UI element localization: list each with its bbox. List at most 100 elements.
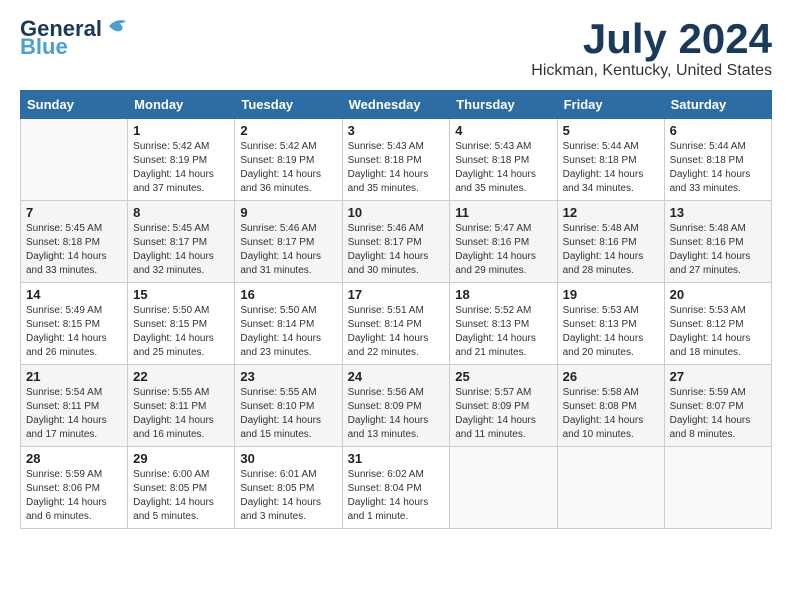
calendar-header-row: SundayMondayTuesdayWednesdayThursdayFrid… — [21, 91, 772, 119]
calendar-cell: 20 Sunrise: 5:53 AM Sunset: 8:12 PM Dayli… — [664, 283, 771, 365]
calendar-cell: 3Sunrise: 5:43 AM Sunset: 8:18 PM Daylig… — [342, 119, 450, 201]
day-info: Sunrise: 5:55 AM Sunset: 8:11 PM Dayligh… — [133, 386, 229, 442]
day-number: 21 — [26, 369, 122, 384]
calendar-cell: 10 Sunrise: 5:46 AM Sunset: 8:17 PM Dayli… — [342, 201, 450, 283]
title-area: July 2024 Hickman, Kentucky, United Stat… — [531, 16, 772, 80]
calendar-cell: 5 Sunrise: 5:44 AM Sunset: 8:18 PM Daylig… — [557, 119, 664, 201]
day-info: Sunrise: 5:46 AM Sunset: 8:17 PM Dayligh… — [348, 222, 445, 278]
calendar-cell: 8 Sunrise: 5:45 AM Sunset: 8:17 PM Daylig… — [128, 201, 235, 283]
calendar-cell: 22 Sunrise: 5:55 AM Sunset: 8:11 PM Dayli… — [128, 365, 235, 447]
calendar-cell: 31 Sunrise: 6:02 AM Sunset: 8:04 PM Dayli… — [342, 447, 450, 529]
day-info: Sunrise: 5:46 AM Sunset: 8:17 PM Dayligh… — [240, 222, 336, 278]
day-number: 5 — [563, 123, 659, 138]
day-number: 2 — [240, 123, 336, 138]
calendar-cell: 7Sunrise: 5:45 AM Sunset: 8:18 PM Daylig… — [21, 201, 128, 283]
header-friday: Friday — [557, 91, 664, 119]
header-sunday: Sunday — [21, 91, 128, 119]
calendar-cell: 1 Sunrise: 5:42 AM Sunset: 8:19 PM Daylig… — [128, 119, 235, 201]
day-number: 7 — [26, 205, 122, 220]
day-number: 14 — [26, 287, 122, 302]
calendar-cell: 14 Sunrise: 5:49 AM Sunset: 8:15 PM Dayli… — [21, 283, 128, 365]
day-info: Sunrise: 5:59 AM Sunset: 8:06 PM Dayligh… — [26, 468, 122, 524]
calendar-week-row: 14 Sunrise: 5:49 AM Sunset: 8:15 PM Dayli… — [21, 283, 772, 365]
calendar-cell — [21, 119, 128, 201]
day-info: Sunrise: 5:45 AM Sunset: 8:17 PM Dayligh… — [133, 222, 229, 278]
day-info: Sunrise: 5:55 AM Sunset: 8:10 PM Dayligh… — [240, 386, 336, 442]
day-info: Sunrise: 5:42 AM Sunset: 8:19 PM Dayligh… — [240, 140, 336, 196]
day-info: Sunrise: 5:43 AM Sunset: 8:18 PM Dayligh… — [348, 140, 445, 196]
day-number: 19 — [563, 287, 659, 302]
day-info: Sunrise: 5:48 AM Sunset: 8:16 PM Dayligh… — [563, 222, 659, 278]
day-info: Sunrise: 5:42 AM Sunset: 8:19 PM Dayligh… — [133, 140, 229, 196]
day-number: 16 — [240, 287, 336, 302]
day-info: Sunrise: 5:52 AM Sunset: 8:13 PM Dayligh… — [455, 304, 551, 360]
calendar-cell: 16 Sunrise: 5:50 AM Sunset: 8:14 PM Dayli… — [235, 283, 342, 365]
day-number: 12 — [563, 205, 659, 220]
header-tuesday: Tuesday — [235, 91, 342, 119]
day-info: Sunrise: 5:56 AM Sunset: 8:09 PM Dayligh… — [348, 386, 445, 442]
calendar-cell: 15 Sunrise: 5:50 AM Sunset: 8:15 PM Dayli… — [128, 283, 235, 365]
calendar-cell: 2 Sunrise: 5:42 AM Sunset: 8:19 PM Daylig… — [235, 119, 342, 201]
day-number: 22 — [133, 369, 229, 384]
calendar-table: SundayMondayTuesdayWednesdayThursdayFrid… — [20, 90, 772, 529]
calendar-cell: 29Sunrise: 6:00 AM Sunset: 8:05 PM Dayli… — [128, 447, 235, 529]
calendar-cell — [664, 447, 771, 529]
location-title: Hickman, Kentucky, United States — [531, 62, 772, 80]
day-number: 31 — [348, 451, 445, 466]
day-number: 24 — [348, 369, 445, 384]
day-info: Sunrise: 5:47 AM Sunset: 8:16 PM Dayligh… — [455, 222, 551, 278]
header-thursday: Thursday — [450, 91, 557, 119]
day-info: Sunrise: 5:43 AM Sunset: 8:18 PM Dayligh… — [455, 140, 551, 196]
day-number: 8 — [133, 205, 229, 220]
calendar-cell — [450, 447, 557, 529]
day-info: Sunrise: 5:57 AM Sunset: 8:09 PM Dayligh… — [455, 386, 551, 442]
day-info: Sunrise: 5:50 AM Sunset: 8:15 PM Dayligh… — [133, 304, 229, 360]
day-number: 30 — [240, 451, 336, 466]
day-info: Sunrise: 6:00 AM Sunset: 8:05 PM Dayligh… — [133, 468, 229, 524]
calendar-cell: 24 Sunrise: 5:56 AM Sunset: 8:09 PM Dayli… — [342, 365, 450, 447]
calendar-week-row: 1 Sunrise: 5:42 AM Sunset: 8:19 PM Daylig… — [21, 119, 772, 201]
day-info: Sunrise: 5:51 AM Sunset: 8:14 PM Dayligh… — [348, 304, 445, 360]
day-number: 10 — [348, 205, 445, 220]
day-info: Sunrise: 5:49 AM Sunset: 8:15 PM Dayligh… — [26, 304, 122, 360]
calendar-cell — [557, 447, 664, 529]
calendar-cell: 17 Sunrise: 5:51 AM Sunset: 8:14 PM Dayli… — [342, 283, 450, 365]
day-number: 20 — [670, 287, 766, 302]
month-title: July 2024 — [531, 16, 772, 62]
day-number: 11 — [455, 205, 551, 220]
day-info: Sunrise: 5:50 AM Sunset: 8:14 PM Dayligh… — [240, 304, 336, 360]
calendar-cell: 9 Sunrise: 5:46 AM Sunset: 8:17 PM Daylig… — [235, 201, 342, 283]
day-info: Sunrise: 5:59 AM Sunset: 8:07 PM Dayligh… — [670, 386, 766, 442]
calendar-week-row: 7Sunrise: 5:45 AM Sunset: 8:18 PM Daylig… — [21, 201, 772, 283]
calendar-cell: 6 Sunrise: 5:44 AM Sunset: 8:18 PM Daylig… — [664, 119, 771, 201]
header-wednesday: Wednesday — [342, 91, 450, 119]
day-number: 1 — [133, 123, 229, 138]
day-info: Sunrise: 6:02 AM Sunset: 8:04 PM Dayligh… — [348, 468, 445, 524]
calendar-cell: 18 Sunrise: 5:52 AM Sunset: 8:13 PM Dayli… — [450, 283, 557, 365]
header-monday: Monday — [128, 91, 235, 119]
calendar-week-row: 21Sunrise: 5:54 AM Sunset: 8:11 PM Dayli… — [21, 365, 772, 447]
calendar-cell: 19 Sunrise: 5:53 AM Sunset: 8:13 PM Dayli… — [557, 283, 664, 365]
day-number: 13 — [670, 205, 766, 220]
calendar-cell: 4Sunrise: 5:43 AM Sunset: 8:18 PM Daylig… — [450, 119, 557, 201]
day-info: Sunrise: 5:53 AM Sunset: 8:13 PM Dayligh… — [563, 304, 659, 360]
day-number: 9 — [240, 205, 336, 220]
day-info: Sunrise: 5:48 AM Sunset: 8:16 PM Dayligh… — [670, 222, 766, 278]
day-number: 25 — [455, 369, 551, 384]
logo: General Blue — [20, 16, 134, 60]
day-info: Sunrise: 6:01 AM Sunset: 8:05 PM Dayligh… — [240, 468, 336, 524]
day-info: Sunrise: 5:44 AM Sunset: 8:18 PM Dayligh… — [670, 140, 766, 196]
calendar-cell: 12 Sunrise: 5:48 AM Sunset: 8:16 PM Dayli… — [557, 201, 664, 283]
calendar-cell: 25 Sunrise: 5:57 AM Sunset: 8:09 PM Dayli… — [450, 365, 557, 447]
calendar-cell: 11 Sunrise: 5:47 AM Sunset: 8:16 PM Dayli… — [450, 201, 557, 283]
day-number: 6 — [670, 123, 766, 138]
calendar-cell: 27Sunrise: 5:59 AM Sunset: 8:07 PM Dayli… — [664, 365, 771, 447]
day-number: 23 — [240, 369, 336, 384]
day-number: 15 — [133, 287, 229, 302]
calendar-cell: 21Sunrise: 5:54 AM Sunset: 8:11 PM Dayli… — [21, 365, 128, 447]
day-number: 18 — [455, 287, 551, 302]
day-info: Sunrise: 5:53 AM Sunset: 8:12 PM Dayligh… — [670, 304, 766, 360]
calendar-cell: 26Sunrise: 5:58 AM Sunset: 8:08 PM Dayli… — [557, 365, 664, 447]
day-number: 17 — [348, 287, 445, 302]
day-info: Sunrise: 5:44 AM Sunset: 8:18 PM Dayligh… — [563, 140, 659, 196]
